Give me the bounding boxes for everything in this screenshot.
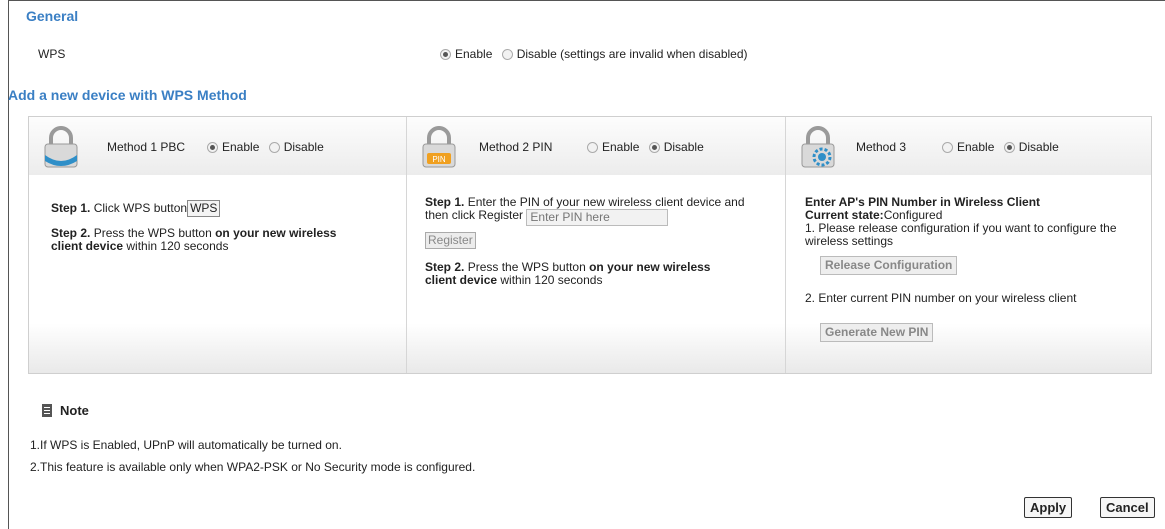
wps-push-button[interactable]: WPS — [187, 200, 221, 217]
wps-disable-label: Disable (settings are invalid when disab… — [516, 47, 748, 61]
add-device-section-title: Add a new device with WPS Method — [8, 87, 247, 103]
step1-prefix: Step 1. — [51, 201, 91, 215]
method-3-enable-radio[interactable] — [942, 142, 953, 153]
step1-text: Click WPS button — [90, 201, 188, 215]
note-line-2: 2.This feature is available only when WP… — [30, 460, 476, 474]
generate-instruction: 2. Enter current PIN number on your wire… — [805, 292, 1125, 305]
svg-text:PIN: PIN — [432, 155, 446, 164]
wps-enable-radio[interactable] — [440, 49, 451, 60]
wps-label: WPS — [38, 47, 66, 61]
method-1-radio-group: Enable Disable — [207, 140, 330, 154]
step2-text: Press the WPS button — [464, 260, 590, 274]
lock-icon — [44, 126, 78, 168]
wps-disable-radio[interactable] — [501, 49, 513, 60]
method-2-header: PIN Method 2 PIN Enable Disable — [407, 117, 785, 176]
step2-text: Press the WPS button — [90, 226, 216, 240]
method-3-label: Method 3 — [856, 140, 907, 154]
method-1-body: Step 1. Click WPS button WPS Step 2. Pres… — [29, 175, 406, 373]
method-2-step1: Step 1. Enter the PIN of your new wirele… — [425, 196, 770, 226]
note-title: Note — [60, 403, 89, 418]
method-1-enable-label: Enable — [222, 140, 260, 154]
note-icon — [42, 404, 52, 417]
release-wrap: Release Configuration — [820, 256, 958, 275]
method-2-body: Step 1. Enter the PIN of your new wirele… — [407, 175, 785, 373]
method-1-header: Method 1 PBC Enable Disable — [29, 117, 406, 176]
method-3-disable-label: Disable — [1018, 140, 1059, 154]
wps-radio-group: Enable Disable (settings are invalid whe… — [440, 47, 754, 61]
method-1-step1: Step 1. Click WPS button WPS — [51, 200, 391, 217]
pin-lock-icon: PIN — [422, 126, 456, 168]
step2-text-end: within 120 seconds — [123, 239, 229, 253]
method-1-label: Method 1 PBC — [107, 140, 186, 154]
method-2-enable-label: Enable — [602, 140, 640, 154]
method-2-radio-group: Enable Disable — [587, 140, 710, 154]
release-configuration-button[interactable]: Release Configuration — [820, 256, 958, 275]
current-state-value: Configured — [883, 208, 943, 222]
current-state-label: Current state: — [805, 208, 884, 222]
release-instruction: 1. Please release configuration if you w… — [805, 221, 1117, 248]
method-2-disable-radio[interactable] — [648, 142, 660, 153]
register-wrap: Register — [425, 232, 476, 249]
ap-pin-heading: Enter AP's PIN Number in Wireless Client — [805, 195, 1041, 209]
step2-prefix: Step 2. — [425, 260, 465, 274]
method-2-label: Method 2 PIN — [479, 140, 553, 154]
method-3-header: Method 3 Enable Disable — [786, 117, 1151, 176]
method-2-disable-label: Disable — [663, 140, 704, 154]
method-3-column: Method 3 Enable Disable Enter AP's PIN N… — [785, 117, 1151, 373]
method-1-step2: Step 2. Press the WPS button on your new… — [51, 227, 371, 253]
generate-instruction-text: 2. Enter current PIN number on your wire… — [805, 291, 1077, 305]
method-3-body: Enter AP's PIN Number in Wireless Client… — [786, 175, 1151, 373]
method-2-step2: Step 2. Press the WPS button on your new… — [425, 261, 745, 287]
register-button[interactable]: Register — [425, 232, 476, 249]
generate-wrap: Generate New PIN — [820, 323, 934, 342]
method-3-disable-radio[interactable] — [1003, 142, 1015, 153]
method-1-disable-radio[interactable] — [268, 142, 280, 153]
method-1-disable-label: Disable — [283, 140, 324, 154]
cancel-button[interactable]: Cancel — [1100, 497, 1155, 518]
note-line-1: 1.If WPS is Enabled, UPnP will automatic… — [30, 438, 342, 452]
wps-methods-table: Method 1 PBC Enable Disable Step 1. Clic… — [28, 116, 1152, 374]
step2-text-end: within 120 seconds — [497, 273, 603, 287]
wps-enable-label: Enable — [455, 47, 493, 61]
method-1-enable-radio[interactable] — [207, 142, 218, 153]
step2-prefix: Step 2. — [51, 226, 91, 240]
pin-input[interactable] — [526, 209, 669, 226]
method-2-column: PIN Method 2 PIN Enable Disable Step 1. … — [406, 117, 785, 373]
method-3-radio-group: Enable Disable — [942, 140, 1065, 154]
apply-button[interactable]: Apply — [1024, 497, 1073, 518]
generate-new-pin-button[interactable]: Generate New PIN — [820, 323, 934, 342]
general-section-title: General — [26, 8, 79, 24]
method-2-enable-radio[interactable] — [587, 142, 598, 153]
method-3-heading: Enter AP's PIN Number in Wireless Client… — [805, 196, 1135, 248]
step1-prefix: Step 1. — [425, 195, 465, 209]
gear-lock-icon — [801, 126, 835, 168]
method-1-column: Method 1 PBC Enable Disable Step 1. Clic… — [29, 117, 406, 373]
method-3-enable-label: Enable — [957, 140, 995, 154]
